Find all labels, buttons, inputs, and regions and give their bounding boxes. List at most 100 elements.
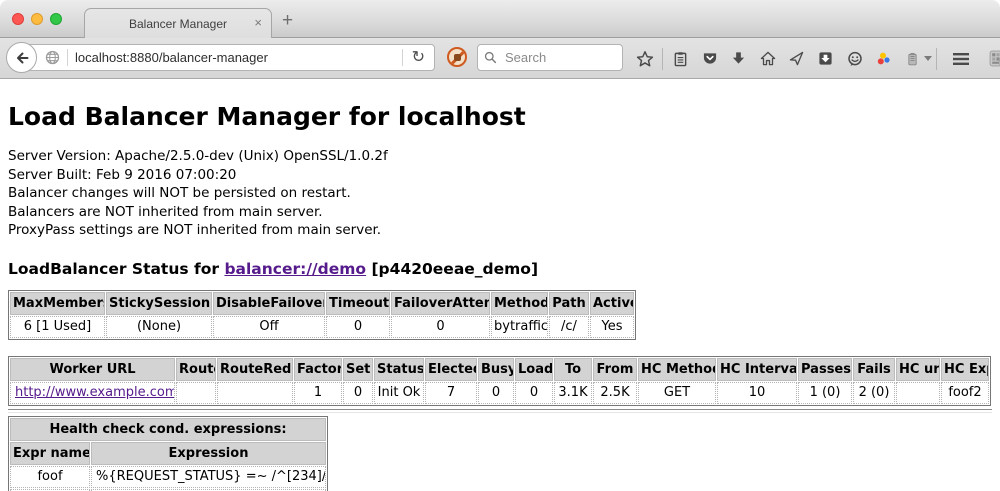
col-set: Set — [343, 358, 373, 381]
tab-close-icon[interactable]: × — [254, 15, 262, 31]
urlbar-divider — [67, 49, 68, 66]
cell-timeout: 0 — [326, 316, 390, 338]
col-status: Status — [374, 358, 424, 381]
cell-expr-name-foof: foof — [10, 466, 90, 488]
cell-expression-foof: %{REQUEST_STATUS} =~ /^[234]/ — [91, 466, 326, 488]
health-header-row: Expr name Expression — [10, 442, 326, 465]
col-method: Method — [491, 292, 548, 315]
window-zoom-button[interactable] — [50, 13, 62, 25]
worker-url-link[interactable]: http://www.example.com/ — [15, 385, 175, 400]
download-arrow-icon[interactable] — [724, 47, 753, 71]
colored-dots-addon-icon[interactable] — [869, 47, 898, 71]
col-maxmembers: MaxMembers — [10, 292, 105, 315]
cell-stickysession: (None) — [106, 316, 212, 338]
col-stickysession: StickySession — [106, 292, 212, 315]
cell-method: bytraffic — [491, 316, 548, 338]
active-tab[interactable]: Balancer Manager × — [84, 8, 272, 38]
col-route: Route — [176, 358, 216, 381]
cell-maxmembers: 6 [1 Used] — [10, 316, 105, 338]
cell-fails: 2 (0) — [853, 382, 895, 404]
tab-strip: Balancer Manager × + — [0, 0, 1000, 38]
health-title-row: Health check cond. expressions: — [10, 418, 326, 441]
cell-passes: 1 (0) — [798, 382, 852, 404]
send-to-device-icon[interactable] — [782, 47, 811, 71]
cell-path: /c/ — [549, 316, 589, 338]
inherit-note-line: Balancers are NOT inherited from main se… — [8, 203, 992, 222]
cell-hc-interval: 10 — [717, 382, 797, 404]
balancer-demo-link[interactable]: balancer://demo — [224, 260, 366, 278]
video-download-icon[interactable] — [811, 47, 840, 71]
search-input[interactable] — [503, 49, 616, 66]
search-icon — [484, 51, 497, 64]
health-table-title: Health check cond. expressions: — [10, 418, 326, 441]
col-path: Path — [549, 292, 589, 315]
browser-window: Balancer Manager × + localhost:8880/bala… — [0, 0, 1000, 491]
col-to: To — [554, 358, 592, 381]
blocked-content-icon[interactable] — [447, 47, 467, 67]
page-content: Load Balancer Manager for localhost Serv… — [0, 80, 1000, 491]
status-prefix: LoadBalancer Status for — [8, 260, 224, 278]
col-elected: Elected — [425, 358, 477, 381]
col-worker-url: Worker URL — [10, 358, 175, 381]
col-load: Load — [515, 358, 553, 381]
cell-hc-expr: foof2 — [941, 382, 989, 404]
col-routeredir: RouteRedir — [217, 358, 293, 381]
reload-button[interactable]: ↻ — [410, 50, 434, 66]
balancer-data-row: 6 [1 Used] (None) Off 0 0 bytraffic /c/ … — [10, 316, 634, 338]
navigation-toolbar: localhost:8880/balancer-manager ↻ — [0, 38, 1000, 79]
col-hc-method: HC Method — [638, 358, 716, 381]
url-text[interactable]: localhost:8880/balancer-manager — [75, 50, 395, 65]
site-identity-globe-icon[interactable] — [45, 50, 60, 65]
menu-hamburger-icon[interactable] — [946, 47, 975, 71]
col-disablefailover: DisableFailover — [213, 292, 325, 315]
cell-busy: 0 — [478, 382, 514, 404]
col-from: From — [593, 358, 637, 381]
server-version-line: Server Version: Apache/2.5.0-dev (Unix) … — [8, 147, 992, 166]
cell-routeredir — [217, 382, 293, 404]
status-suffix: [p4420eeae_demo] — [366, 260, 538, 278]
col-passes: Passes — [798, 358, 852, 381]
chevron-down-icon[interactable] — [923, 56, 933, 61]
toolbar-icons — [630, 38, 1000, 79]
server-built-line: Server Built: Feb 9 2016 07:00:20 — [8, 166, 992, 185]
emoji-smiley-icon[interactable] — [840, 47, 869, 71]
bookmark-star-icon[interactable] — [630, 47, 659, 71]
cell-hc-method: GET — [638, 382, 716, 404]
health-check-table: Health check cond. expressions: Expr nam… — [8, 416, 328, 491]
toolbar-separator — [936, 48, 937, 70]
col-failoverattempts: FailoverAttempts — [391, 292, 490, 315]
back-button[interactable] — [6, 42, 37, 73]
col-active: Active — [590, 292, 634, 315]
worker-table: Worker URL Route RouteRedir Factor Set S… — [8, 356, 991, 406]
cell-worker-url: http://www.example.com/ — [10, 382, 175, 404]
new-tab-button[interactable]: + — [282, 10, 293, 32]
urlbar-divider — [402, 49, 403, 66]
persist-note-line: Balancer changes will NOT be persisted o… — [8, 184, 992, 203]
col-hc-uri: HC uri — [896, 358, 940, 381]
cell-factor: 1 — [294, 382, 342, 404]
col-hc-interval: HC Interval — [717, 358, 797, 381]
url-bar[interactable]: localhost:8880/balancer-manager ↻ — [20, 44, 435, 71]
back-arrow-icon — [14, 50, 30, 66]
cell-failoverattempts: 0 — [391, 316, 490, 338]
pixel-grid-addon-icon[interactable] — [983, 47, 1000, 71]
window-close-button[interactable] — [12, 13, 24, 25]
tab-title: Balancer Manager — [129, 17, 227, 31]
col-timeout: Timeout — [326, 292, 390, 315]
cell-status: Init Ok — [374, 382, 424, 404]
worker-data-row: http://www.example.com/ 1 0 Init Ok 7 0 … — [10, 382, 989, 404]
cell-elected: 7 — [425, 382, 477, 404]
page-title: Load Balancer Manager for localhost — [8, 102, 992, 131]
cell-route — [176, 382, 216, 404]
window-minimize-button[interactable] — [31, 13, 43, 25]
col-busy: Busy — [478, 358, 514, 381]
health-data-row: foof %{REQUEST_STATUS} =~ /^[234]/ — [10, 466, 326, 488]
balancer-summary-table: MaxMembers StickySession DisableFailover… — [8, 290, 636, 340]
search-bar[interactable] — [477, 44, 623, 71]
pocket-icon[interactable] — [695, 47, 724, 71]
cell-to: 3.1K — [554, 382, 592, 404]
clipboard-icon[interactable] — [666, 47, 695, 71]
col-fails: Fails — [853, 358, 895, 381]
col-expression: Expression — [91, 442, 326, 465]
home-icon[interactable] — [753, 47, 782, 71]
